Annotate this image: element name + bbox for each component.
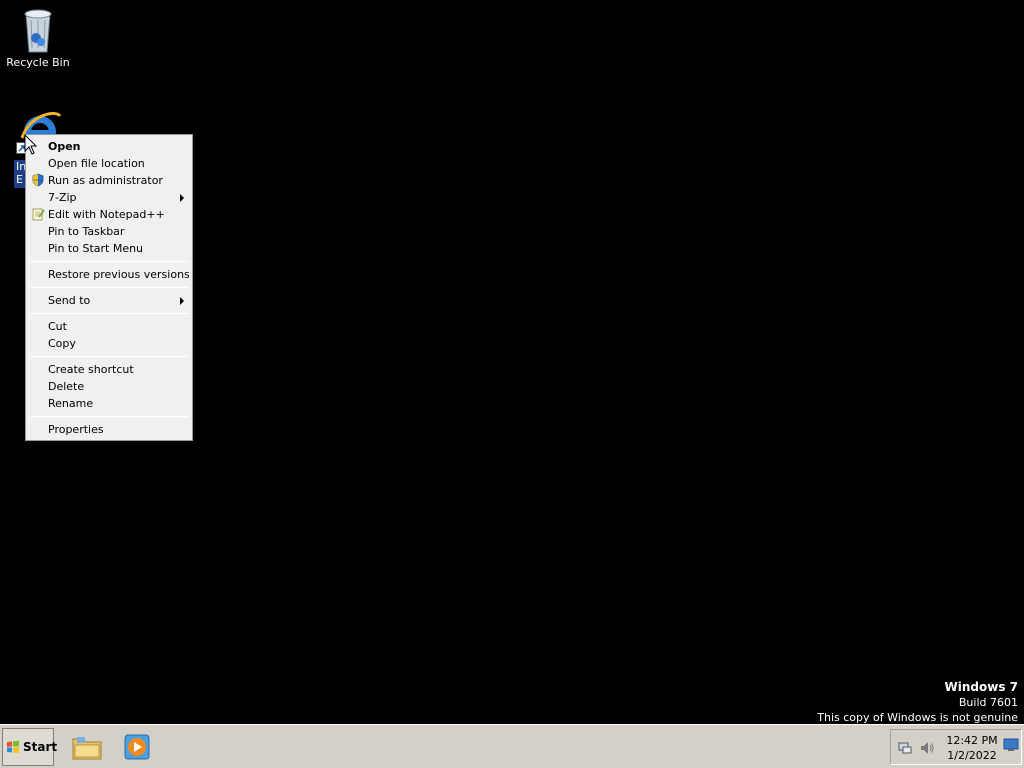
- menu-item-create-shortcut[interactable]: Create shortcut: [28, 361, 190, 378]
- menu-item-label: Restore previous versions: [48, 268, 190, 281]
- menu-item-label: Rename: [48, 397, 94, 410]
- watermark-build: Build 7601: [958, 696, 1018, 709]
- notification-area: 12:42 PM 1/2/2022: [890, 729, 1022, 765]
- mouse-cursor-icon: [24, 134, 38, 156]
- menu-item-label: 7-Zip: [48, 191, 77, 204]
- menu-item-label: Run as administrator: [48, 174, 163, 187]
- taskbar: Start 12:42 PM 1/2/2022: [0, 724, 1024, 768]
- menu-item-pin-to-start-menu[interactable]: Pin to Start Menu: [28, 240, 190, 257]
- menu-separator: [30, 356, 189, 357]
- menu-item-label: Open file location: [48, 157, 145, 170]
- submenu-arrow-icon: [180, 297, 184, 305]
- context-menu: Open Open file location Run as administr…: [25, 134, 193, 441]
- notepadpp-icon: [31, 207, 45, 221]
- menu-item-label: Delete: [48, 380, 85, 393]
- taskbar-windows-explorer-button[interactable]: [70, 731, 104, 763]
- menu-item-restore-previous-versions[interactable]: Restore previous versions: [28, 266, 190, 283]
- menu-item-properties[interactable]: Properties: [28, 421, 190, 438]
- recycle-bin-label: Recycle Bin: [6, 56, 70, 69]
- recycle-bin[interactable]: Recycle Bin: [0, 6, 76, 69]
- windows-logo-icon: [6, 740, 20, 754]
- menu-item-send-to[interactable]: Send to: [28, 292, 190, 309]
- uac-shield-icon: [31, 173, 45, 187]
- start-button[interactable]: Start: [2, 728, 58, 766]
- media-player-icon: [123, 733, 151, 761]
- menu-item-run-as-administrator[interactable]: Run as administrator: [28, 172, 190, 189]
- watermark-edition: Windows 7: [944, 680, 1018, 694]
- windows-watermark: Windows 7 Build 7601 This copy of Window…: [817, 680, 1018, 725]
- menu-item-label: Send to: [48, 294, 91, 307]
- submenu-arrow-icon: [180, 194, 184, 202]
- menu-item-label: Copy: [48, 337, 76, 350]
- menu-item-label: Create shortcut: [48, 363, 134, 376]
- menu-item-pin-to-taskbar[interactable]: Pin to Taskbar: [28, 223, 190, 240]
- taskbar-media-player-button[interactable]: [120, 731, 154, 763]
- menu-item-delete[interactable]: Delete: [28, 378, 190, 395]
- volume-icon[interactable]: [919, 740, 935, 756]
- start-label: Start: [23, 740, 58, 754]
- menu-item-label: Open: [48, 140, 81, 153]
- system-clock[interactable]: 12:42 PM 1/2/2022: [935, 733, 1009, 763]
- menu-item-open-file-location[interactable]: Open file location: [28, 155, 190, 172]
- menu-item-rename[interactable]: Rename: [28, 395, 190, 412]
- menu-item-edit-with-notepadpp[interactable]: Edit with Notepad++: [28, 206, 190, 223]
- menu-item-copy[interactable]: Copy: [28, 335, 190, 352]
- menu-separator: [30, 313, 189, 314]
- menu-item-cut[interactable]: Cut: [28, 318, 190, 335]
- menu-item-label: Edit with Notepad++: [48, 208, 165, 221]
- menu-item-label: Properties: [48, 423, 104, 436]
- show-desktop-icon[interactable]: [1003, 738, 1019, 752]
- menu-item-label: Cut: [48, 320, 67, 333]
- recycle-bin-icon: [18, 6, 58, 54]
- menu-separator: [30, 287, 189, 288]
- clock-date: 1/2/2022: [947, 749, 997, 762]
- watermark-genuine-notice: This copy of Windows is not genuine: [817, 711, 1018, 724]
- menu-item-label: Pin to Taskbar: [48, 225, 125, 238]
- menu-separator: [30, 416, 189, 417]
- menu-item-label: Pin to Start Menu: [48, 242, 144, 255]
- clock-time: 12:42 PM: [946, 734, 998, 747]
- menu-item-7zip[interactable]: 7-Zip: [28, 189, 190, 206]
- menu-item-open[interactable]: Open: [28, 138, 190, 155]
- network-icon[interactable]: [897, 740, 913, 756]
- windows-explorer-icon: [71, 733, 103, 761]
- menu-separator: [30, 261, 189, 262]
